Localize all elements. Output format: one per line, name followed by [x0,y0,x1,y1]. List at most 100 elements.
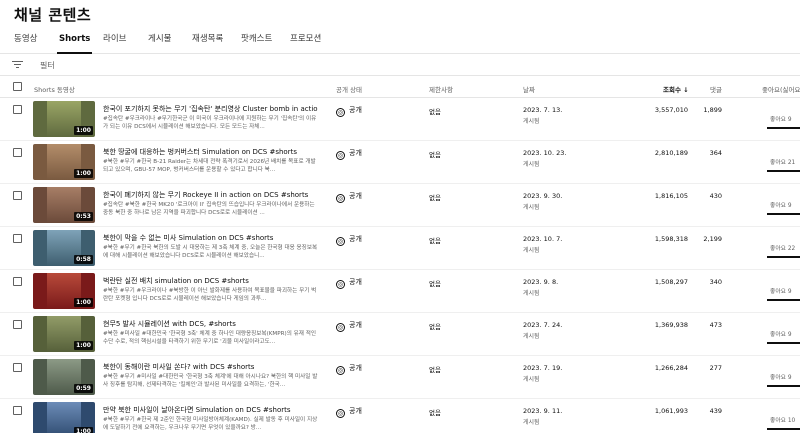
header-views-label: 조회수 [663,86,681,94]
tab-posts[interactable]: 게시물 [148,34,171,54]
video-thumbnail[interactable]: 1:00 [33,316,95,352]
video-thumbnail[interactable]: 1:00 [33,144,95,180]
header-views[interactable]: 조회수 ↓ [663,84,689,94]
filter-icon[interactable] [12,60,23,69]
publish-status: 게시됨 [523,204,540,211]
table-row[interactable]: 0:58 북한이 막을 수 없는 미사 Simulation on DCS #sh… [0,227,800,270]
views-count: 1,369,938 [654,321,688,329]
header-likes[interactable]: 좋아요(싫어요 [762,84,800,94]
publish-date: 2023. 10. 7. [523,235,563,243]
table-header: Shorts 동영상 공개 상태 제한사항 날짜 조회수 ↓ 댓글 좋아요(싫어… [0,76,800,98]
table-row[interactable]: 1:00 만약 북한 미사일이 날아온다면 Simulation on DCS #… [0,399,800,433]
tab-shorts[interactable]: Shorts [56,34,93,54]
views-count: 2,810,189 [654,149,688,157]
video-description: #북한 #무기 #우크라이나 #북방한 이 아닌 발화제를 사용하여 목표물을 … [103,288,317,302]
likes-count: 좋아요 9 [770,289,792,295]
publish-status: 게시됨 [523,118,540,125]
table-row[interactable]: 0:53 한국이 폐기하지 않는 무기 Rockeye II in action … [0,184,800,227]
publish-status: 게시됨 [523,247,540,254]
video-title[interactable]: 북한이 동해이란 미사일 쏜다? with DCS #shorts [103,362,318,372]
row-checkbox[interactable] [13,191,22,200]
tab-live[interactable]: 라이브 [103,34,126,54]
header-video[interactable]: Shorts 동영상 [34,84,75,94]
visibility-dropdown[interactable]: ◎ 공개 [336,191,362,203]
publish-status: 게시됨 [523,333,540,340]
visibility-dropdown[interactable]: ◎ 공개 [336,363,362,375]
comments-count: 430 [709,192,722,200]
visibility-dropdown[interactable]: ◎ 공개 [336,148,362,160]
duration-badge: 1:00 [74,298,93,307]
publish-status: 게시됨 [523,290,540,297]
visibility-label: 공개 [349,364,362,372]
visibility-dropdown[interactable]: ◎ 공개 [336,277,362,289]
row-checkbox[interactable] [13,148,22,157]
video-title[interactable]: 현무5 발사 시뮬레이션 with DCS, #shorts [103,319,318,329]
duration-badge: 1:00 [74,427,93,433]
video-title[interactable]: 한국이 포기하지 못하는 무기 '집속탄' 분리영상 Cluster bomb … [103,104,318,114]
globe-icon: ◎ [336,151,345,160]
duration-badge: 0:59 [74,384,93,393]
header-restrictions[interactable]: 제한사항 [429,84,453,94]
header-date[interactable]: 날짜 [523,84,535,94]
visibility-dropdown[interactable]: ◎ 공개 [336,320,362,332]
filter-bar[interactable]: 필터 [0,54,800,76]
visibility-label: 공개 [349,278,362,286]
table-row[interactable]: 1:00 한국이 포기하지 못하는 무기 '집속탄' 분리영상 Cluster b… [0,98,800,141]
video-thumbnail[interactable]: 0:53 [33,187,95,223]
like-ratio-bar [767,127,800,129]
comments-count: 2,199 [703,235,722,243]
select-all-checkbox[interactable] [13,82,22,91]
video-description: #북한 #미사일 #대한민국 '한국형 3축' 체계 중 하나인 대량응징보복(… [103,331,316,345]
publish-status: 게시됨 [523,376,540,383]
video-title[interactable]: 벅란탄 실전 배치 simulation on DCS #shorts [103,276,318,286]
tab-playlists[interactable]: 재생목록 [192,34,223,54]
video-thumbnail[interactable]: 1:00 [33,273,95,309]
video-title[interactable]: 북한이 막을 수 없는 미사 Simulation on DCS #shorts [103,233,318,243]
restriction-value: 없음 [429,194,441,202]
table-row[interactable]: 0:59 북한이 동해이란 미사일 쏜다? with DCS #shorts #북한… [0,356,800,399]
row-checkbox[interactable] [13,105,22,114]
globe-icon: ◎ [336,108,345,117]
table-row[interactable]: 1:00 벅란탄 실전 배치 simulation on DCS #shorts #… [0,270,800,313]
video-title[interactable]: 만약 북한 미사일이 날아온다면 Simulation on DCS #shor… [103,405,318,415]
table-row[interactable]: 1:00 현무5 발사 시뮬레이션 with DCS, #shorts #북한 #미… [0,313,800,356]
table-row[interactable]: 1:00 북한 땅굴에 대응하는 벙커버스터 Simulation on DCS … [0,141,800,184]
row-checkbox[interactable] [13,234,22,243]
like-ratio-bar [767,385,800,387]
restriction-value: 없음 [429,237,441,245]
publish-date: 2023. 9. 30. [523,192,563,200]
duration-badge: 1:00 [74,126,93,135]
video-thumbnail[interactable]: 1:00 [33,101,95,137]
video-description: #집속탄 #우크라이나 #무기한국군 이 미국이 우크라이나에 지원하는 무기 … [103,116,317,130]
tab-videos[interactable]: 동영상 [14,34,37,54]
video-title[interactable]: 북한 땅굴에 대응하는 벙커버스터 Simulation on DCS #sho… [103,147,318,157]
globe-icon: ◎ [336,366,345,375]
video-title[interactable]: 한국이 폐기하지 않는 무기 Rockeye II in action on D… [103,190,318,200]
views-count: 1,816,105 [654,192,688,200]
like-ratio-bar [767,170,800,172]
header-comments[interactable]: 댓글 [710,84,722,94]
like-ratio-bar [767,299,800,301]
row-checkbox[interactable] [13,277,22,286]
video-thumbnail[interactable]: 0:58 [33,230,95,266]
row-checkbox[interactable] [13,320,22,329]
views-count: 1,598,318 [654,235,688,243]
header-visibility[interactable]: 공개 상태 [336,84,362,94]
publish-status: 게시됨 [523,161,540,168]
video-description: #집속탄 #북한 #한국 MK20 '로크아이 II' 집속탄의 뜨습입니다 우… [103,202,315,216]
publish-date: 2023. 7. 13. [523,106,563,114]
row-checkbox[interactable] [13,363,22,372]
video-thumbnail[interactable]: 1:00 [33,402,95,433]
tab-podcasts[interactable]: 팟캐스트 [241,34,272,54]
tab-promotions[interactable]: 프로모션 [290,34,321,54]
filter-input[interactable]: 필터 [40,60,55,71]
visibility-dropdown[interactable]: ◎ 공개 [336,234,362,246]
visibility-dropdown[interactable]: ◎ 공개 [336,105,362,117]
globe-icon: ◎ [336,323,345,332]
visibility-dropdown[interactable]: ◎ 공개 [336,406,362,418]
publish-date: 2023. 9. 8. [523,278,559,286]
comments-count: 364 [709,149,722,157]
video-thumbnail[interactable]: 0:59 [33,359,95,395]
publish-date: 2023. 10. 23. [523,149,567,157]
row-checkbox[interactable] [13,406,22,415]
